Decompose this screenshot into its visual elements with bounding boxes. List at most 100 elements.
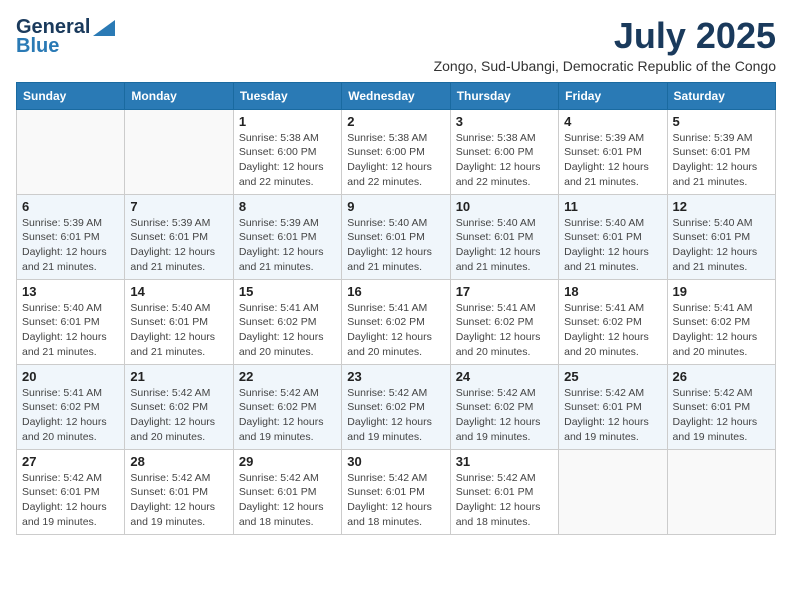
day-number: 12 (673, 199, 770, 214)
calendar-day-cell: 16 Sunrise: 5:41 AM Sunset: 6:02 PM Dayli… (342, 279, 450, 364)
day-number: 6 (22, 199, 119, 214)
calendar-day-cell: 21 Sunrise: 5:42 AM Sunset: 6:02 PM Dayli… (125, 364, 233, 449)
calendar-day-cell: 23 Sunrise: 5:42 AM Sunset: 6:02 PM Dayli… (342, 364, 450, 449)
calendar-day-cell: 13Sunrise: 5:40 AM Sunset: 6:01 PM Dayli… (17, 279, 125, 364)
day-info: Sunrise: 5:40 AM Sunset: 6:01 PM Dayligh… (564, 216, 661, 275)
day-number: 14 (130, 284, 227, 299)
calendar-week-row: 27Sunrise: 5:42 AM Sunset: 6:01 PM Dayli… (17, 449, 776, 534)
calendar-day-cell: 29Sunrise: 5:42 AM Sunset: 6:01 PM Dayli… (233, 449, 341, 534)
page-header: General Blue July 2025 Zongo, Sud-Ubangi… (16, 16, 776, 74)
day-info: Sunrise: 5:41 AM Sunset: 6:02 PM Dayligh… (673, 301, 770, 360)
weekday-header-tuesday: Tuesday (233, 82, 341, 109)
day-info: Sunrise: 5:42 AM Sunset: 6:01 PM Dayligh… (239, 471, 336, 530)
day-info: Sunrise: 5:40 AM Sunset: 6:01 PM Dayligh… (673, 216, 770, 275)
day-info: Sunrise: 5:38 AM Sunset: 6:00 PM Dayligh… (456, 131, 553, 190)
day-number: 2 (347, 114, 444, 129)
day-info: Sunrise: 5:41 AM Sunset: 6:02 PM Dayligh… (347, 301, 444, 360)
calendar-day-cell: 27Sunrise: 5:42 AM Sunset: 6:01 PM Dayli… (17, 449, 125, 534)
weekday-header-saturday: Saturday (667, 82, 775, 109)
calendar-week-row: 1Sunrise: 5:38 AM Sunset: 6:00 PM Daylig… (17, 109, 776, 194)
day-number: 28 (130, 454, 227, 469)
day-info: Sunrise: 5:38 AM Sunset: 6:00 PM Dayligh… (239, 131, 336, 190)
calendar-day-cell: 7 Sunrise: 5:39 AM Sunset: 6:01 PM Daylig… (125, 194, 233, 279)
calendar-table: SundayMondayTuesdayWednesdayThursdayFrid… (16, 82, 776, 535)
day-number: 23 (347, 369, 444, 384)
day-info: Sunrise: 5:39 AM Sunset: 6:01 PM Dayligh… (673, 131, 770, 190)
day-number: 9 (347, 199, 444, 214)
calendar-day-cell: 5 Sunrise: 5:39 AM Sunset: 6:01 PM Daylig… (667, 109, 775, 194)
calendar-day-cell: 31Sunrise: 5:42 AM Sunset: 6:01 PM Dayli… (450, 449, 558, 534)
day-info: Sunrise: 5:39 AM Sunset: 6:01 PM Dayligh… (130, 216, 227, 275)
calendar-day-cell (559, 449, 667, 534)
calendar-day-cell: 9 Sunrise: 5:40 AM Sunset: 6:01 PM Daylig… (342, 194, 450, 279)
day-number: 10 (456, 199, 553, 214)
weekday-header-monday: Monday (125, 82, 233, 109)
day-info: Sunrise: 5:39 AM Sunset: 6:01 PM Dayligh… (22, 216, 119, 275)
day-info: Sunrise: 5:42 AM Sunset: 6:01 PM Dayligh… (347, 471, 444, 530)
day-info: Sunrise: 5:41 AM Sunset: 6:02 PM Dayligh… (22, 386, 119, 445)
day-number: 17 (456, 284, 553, 299)
day-number: 11 (564, 199, 661, 214)
day-number: 3 (456, 114, 553, 129)
day-info: Sunrise: 5:40 AM Sunset: 6:01 PM Dayligh… (347, 216, 444, 275)
weekday-header-sunday: Sunday (17, 82, 125, 109)
day-info: Sunrise: 5:42 AM Sunset: 6:02 PM Dayligh… (347, 386, 444, 445)
day-info: Sunrise: 5:40 AM Sunset: 6:01 PM Dayligh… (456, 216, 553, 275)
day-info: Sunrise: 5:42 AM Sunset: 6:01 PM Dayligh… (456, 471, 553, 530)
day-number: 15 (239, 284, 336, 299)
day-number: 20 (22, 369, 119, 384)
calendar-day-cell: 3 Sunrise: 5:38 AM Sunset: 6:00 PM Daylig… (450, 109, 558, 194)
day-number: 16 (347, 284, 444, 299)
day-info: Sunrise: 5:42 AM Sunset: 6:02 PM Dayligh… (456, 386, 553, 445)
calendar-day-cell: 20 Sunrise: 5:41 AM Sunset: 6:02 PM Dayli… (17, 364, 125, 449)
day-info: Sunrise: 5:41 AM Sunset: 6:02 PM Dayligh… (239, 301, 336, 360)
day-number: 22 (239, 369, 336, 384)
calendar-day-cell: 25Sunrise: 5:42 AM Sunset: 6:01 PM Dayli… (559, 364, 667, 449)
calendar-day-cell: 8 Sunrise: 5:39 AM Sunset: 6:01 PM Daylig… (233, 194, 341, 279)
day-info: Sunrise: 5:38 AM Sunset: 6:00 PM Dayligh… (347, 131, 444, 190)
day-info: Sunrise: 5:42 AM Sunset: 6:01 PM Dayligh… (673, 386, 770, 445)
day-number: 18 (564, 284, 661, 299)
calendar-day-cell: 11 Sunrise: 5:40 AM Sunset: 6:01 PM Dayli… (559, 194, 667, 279)
day-info: Sunrise: 5:42 AM Sunset: 6:01 PM Dayligh… (564, 386, 661, 445)
logo: General Blue (16, 16, 115, 58)
day-info: Sunrise: 5:39 AM Sunset: 6:01 PM Dayligh… (239, 216, 336, 275)
day-info: Sunrise: 5:41 AM Sunset: 6:02 PM Dayligh… (456, 301, 553, 360)
day-number: 7 (130, 199, 227, 214)
day-number: 4 (564, 114, 661, 129)
day-info: Sunrise: 5:41 AM Sunset: 6:02 PM Dayligh… (564, 301, 661, 360)
calendar-day-cell (125, 109, 233, 194)
calendar-day-cell: 24 Sunrise: 5:42 AM Sunset: 6:02 PM Dayli… (450, 364, 558, 449)
calendar-week-row: 6 Sunrise: 5:39 AM Sunset: 6:01 PM Daylig… (17, 194, 776, 279)
day-info: Sunrise: 5:40 AM Sunset: 6:01 PM Dayligh… (22, 301, 119, 360)
logo-icon (93, 20, 115, 36)
calendar-day-cell (17, 109, 125, 194)
day-info: Sunrise: 5:42 AM Sunset: 6:02 PM Dayligh… (130, 386, 227, 445)
day-number: 24 (456, 369, 553, 384)
logo-blue: Blue (16, 35, 59, 58)
calendar-day-cell: 18 Sunrise: 5:41 AM Sunset: 6:02 PM Dayli… (559, 279, 667, 364)
calendar-day-cell: 30 Sunrise: 5:42 AM Sunset: 6:01 PM Dayli… (342, 449, 450, 534)
title-block: July 2025 Zongo, Sud-Ubangi, Democratic … (434, 16, 776, 74)
day-number: 5 (673, 114, 770, 129)
calendar-day-cell: 1Sunrise: 5:38 AM Sunset: 6:00 PM Daylig… (233, 109, 341, 194)
calendar-week-row: 20 Sunrise: 5:41 AM Sunset: 6:02 PM Dayli… (17, 364, 776, 449)
calendar-header-row: SundayMondayTuesdayWednesdayThursdayFrid… (17, 82, 776, 109)
calendar-day-cell: 22Sunrise: 5:42 AM Sunset: 6:02 PM Dayli… (233, 364, 341, 449)
calendar-day-cell: 2 Sunrise: 5:38 AM Sunset: 6:00 PM Daylig… (342, 109, 450, 194)
day-info: Sunrise: 5:40 AM Sunset: 6:01 PM Dayligh… (130, 301, 227, 360)
calendar-day-cell: 28Sunrise: 5:42 AM Sunset: 6:01 PM Dayli… (125, 449, 233, 534)
calendar-week-row: 13Sunrise: 5:40 AM Sunset: 6:01 PM Dayli… (17, 279, 776, 364)
day-number: 30 (347, 454, 444, 469)
calendar-day-cell: 6 Sunrise: 5:39 AM Sunset: 6:01 PM Daylig… (17, 194, 125, 279)
month-year-title: July 2025 (434, 16, 776, 56)
calendar-day-cell (667, 449, 775, 534)
calendar-day-cell: 4Sunrise: 5:39 AM Sunset: 6:01 PM Daylig… (559, 109, 667, 194)
day-number: 26 (673, 369, 770, 384)
day-number: 21 (130, 369, 227, 384)
weekday-header-thursday: Thursday (450, 82, 558, 109)
day-number: 8 (239, 199, 336, 214)
location-subtitle: Zongo, Sud-Ubangi, Democratic Republic o… (434, 58, 776, 74)
calendar-day-cell: 10 Sunrise: 5:40 AM Sunset: 6:01 PM Dayli… (450, 194, 558, 279)
weekday-header-friday: Friday (559, 82, 667, 109)
